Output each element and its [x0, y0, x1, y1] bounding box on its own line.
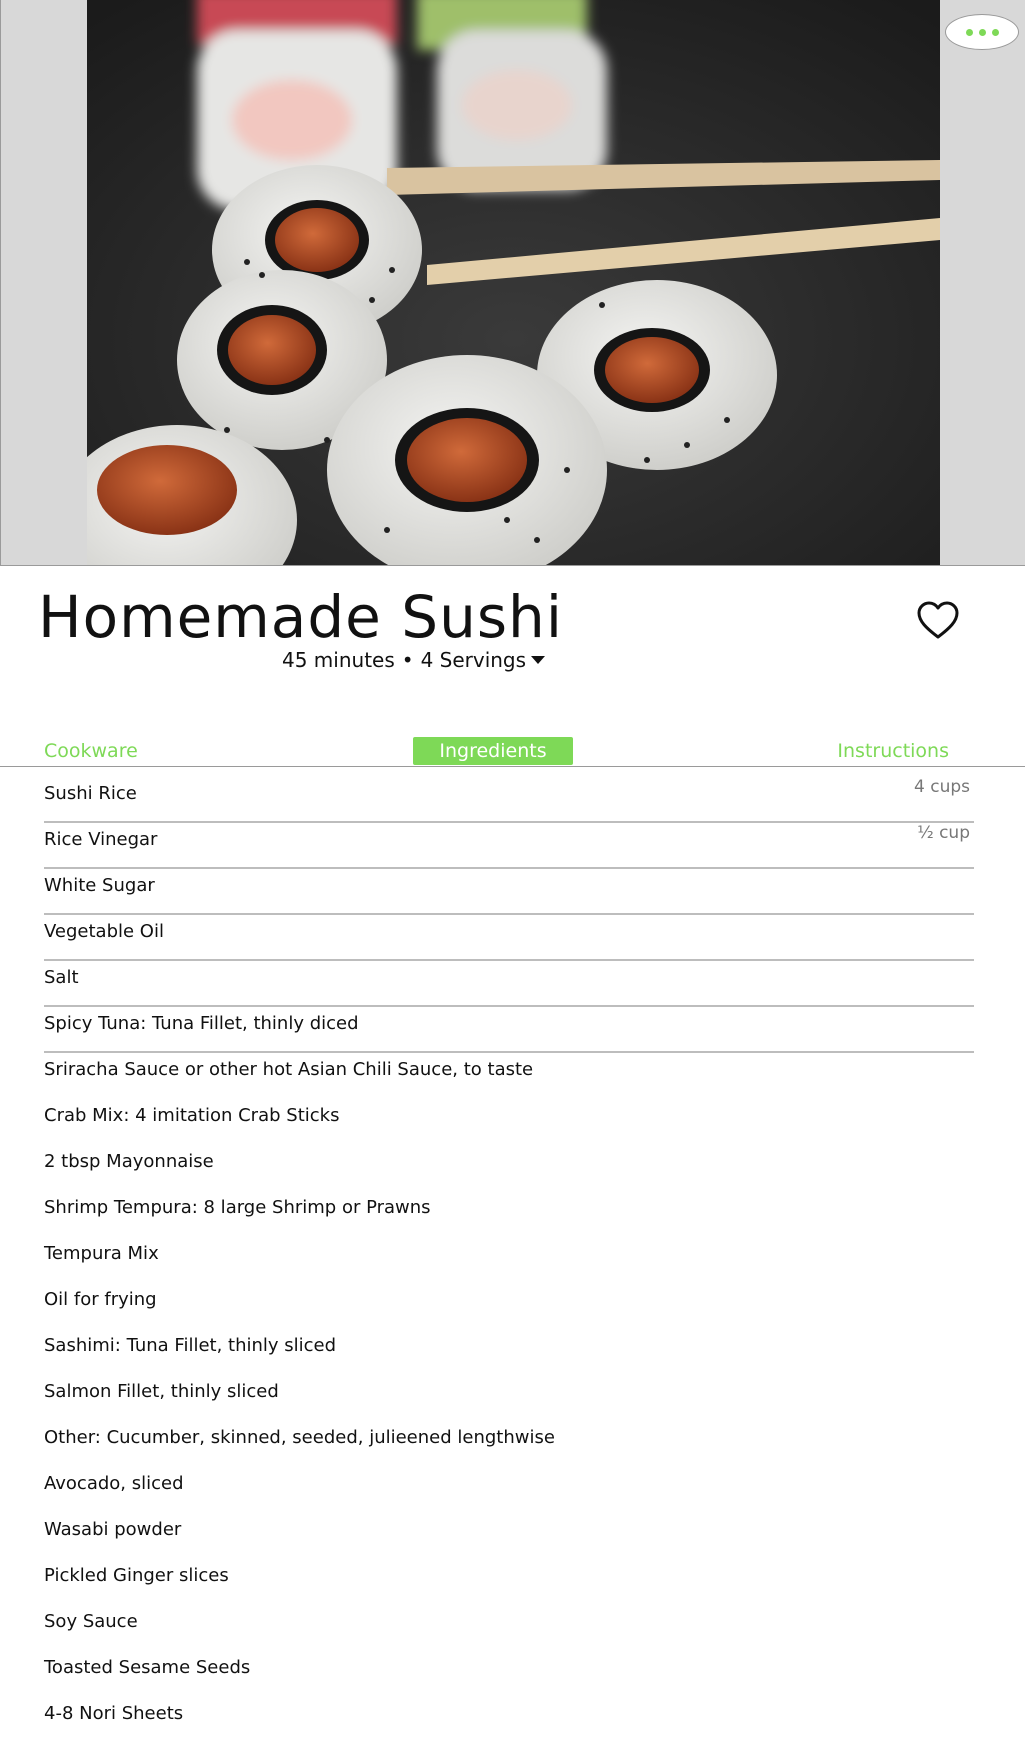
heart-outline-icon[interactable] — [916, 600, 960, 640]
ingredient-name: Sashimi: Tuna Fillet, thinly sliced — [44, 1335, 337, 1356]
more-dots-icon — [965, 28, 973, 36]
ingredient-item: Wasabi powder — [44, 1507, 974, 1553]
ingredient-name: Sriracha Sauce or other hot Asian Chili … — [44, 1059, 534, 1080]
ingredient-item: Pickled Ginger slices — [44, 1553, 974, 1599]
ingredient-name: White Sugar — [44, 875, 155, 896]
ingredient-name: Shrimp Tempura: 8 large Shrimp or Prawns — [44, 1197, 431, 1218]
ingredient-item: Toasted Sesame Seeds — [44, 1645, 974, 1691]
recipe-meta: 45 minutes • 4 Servings — [282, 647, 546, 673]
meta-separator: • — [401, 648, 414, 672]
ingredient-item: Salt — [44, 955, 974, 1007]
recipe-title: Homemade Sushi — [38, 583, 563, 651]
ingredient-name: Crab Mix: 4 imitation Crab Sticks — [44, 1105, 340, 1126]
more-dots-icon-dot — [978, 28, 986, 36]
ingredient-item: Other: Cucumber, skinned, seeded, juliee… — [44, 1415, 974, 1461]
ingredient-item: Avocado, sliced — [44, 1461, 974, 1507]
ingredient-name: Rice Vinegar — [44, 829, 158, 850]
tab-cookware[interactable]: Cookware — [44, 737, 138, 765]
caret-down-icon — [531, 656, 546, 664]
ingredient-item: Rice Vinegar ½ cup — [44, 817, 974, 869]
ingredient-item: 2 tbsp Mayonnaise — [44, 1139, 974, 1185]
ingredient-name: Other: Cucumber, skinned, seeded, juliee… — [44, 1427, 555, 1448]
ingredient-name: Soy Sauce — [44, 1611, 138, 1632]
ingredient-name: Salmon Fillet, thinly sliced — [44, 1381, 279, 1402]
ingredient-item: Spicy Tuna: Tuna Fillet, thinly diced — [44, 1001, 974, 1053]
recipe-hero — [0, 0, 1025, 566]
ingredient-name: Tempura Mix — [44, 1243, 159, 1264]
ingredient-item: Oil for frying — [44, 1277, 974, 1323]
ingredient-item: Salmon Fillet, thinly sliced — [44, 1369, 974, 1415]
ingredient-name: 4-8 Nori Sheets — [44, 1703, 184, 1724]
tab-instructions[interactable]: Instructions — [837, 737, 949, 765]
ingredient-item: Soy Sauce — [44, 1599, 974, 1645]
ingredients-list: Sushi Rice 4 cups Rice Vinegar ½ cup White S… — [44, 771, 974, 1737]
recipe-tabs: Cookware Ingredients Instructions — [0, 737, 1025, 767]
tab-ingredients[interactable]: Ingredients — [413, 737, 573, 765]
ingredient-item: Sriracha Sauce or other hot Asian Chili … — [44, 1047, 974, 1093]
servings-dropdown[interactable]: 4 Servings — [421, 647, 546, 673]
ingredient-item: 4-8 Nori Sheets — [44, 1691, 974, 1737]
ingredient-item: Sushi Rice 4 cups — [44, 771, 974, 823]
ingredient-item: Sashimi: Tuna Fillet, thinly sliced — [44, 1323, 974, 1369]
cook-time: 45 minutes — [282, 648, 395, 672]
more-options-button[interactable] — [945, 14, 1019, 50]
ingredient-quantity: 4 cups — [914, 777, 970, 797]
ingredient-item: Vegetable Oil — [44, 909, 974, 961]
sushi-photo-illustration — [87, 0, 940, 565]
ingredient-name: Toasted Sesame Seeds — [44, 1657, 251, 1678]
ingredient-name: 2 tbsp Mayonnaise — [44, 1151, 214, 1172]
ingredient-name: Oil for frying — [44, 1289, 157, 1310]
servings-label: 4 Servings — [420, 648, 527, 672]
ingredient-name: Sushi Rice — [44, 783, 137, 804]
ingredient-quantity: ½ cup — [917, 823, 970, 843]
recipe-photo — [87, 0, 940, 565]
ingredient-name: Spicy Tuna: Tuna Fillet, thinly diced — [44, 1013, 359, 1034]
ingredient-item: Shrimp Tempura: 8 large Shrimp or Prawns — [44, 1185, 974, 1231]
ingredient-name: Wasabi powder — [44, 1519, 182, 1540]
ingredient-name: Salt — [44, 967, 79, 988]
ingredient-item: White Sugar — [44, 863, 974, 915]
ingredient-item: Tempura Mix — [44, 1231, 974, 1277]
more-dots-icon-dot — [991, 28, 999, 36]
ingredient-name: Avocado, sliced — [44, 1473, 184, 1494]
ingredient-name: Vegetable Oil — [44, 921, 164, 942]
ingredient-name: Pickled Ginger slices — [44, 1565, 229, 1586]
ingredient-item: Crab Mix: 4 imitation Crab Sticks — [44, 1093, 974, 1139]
